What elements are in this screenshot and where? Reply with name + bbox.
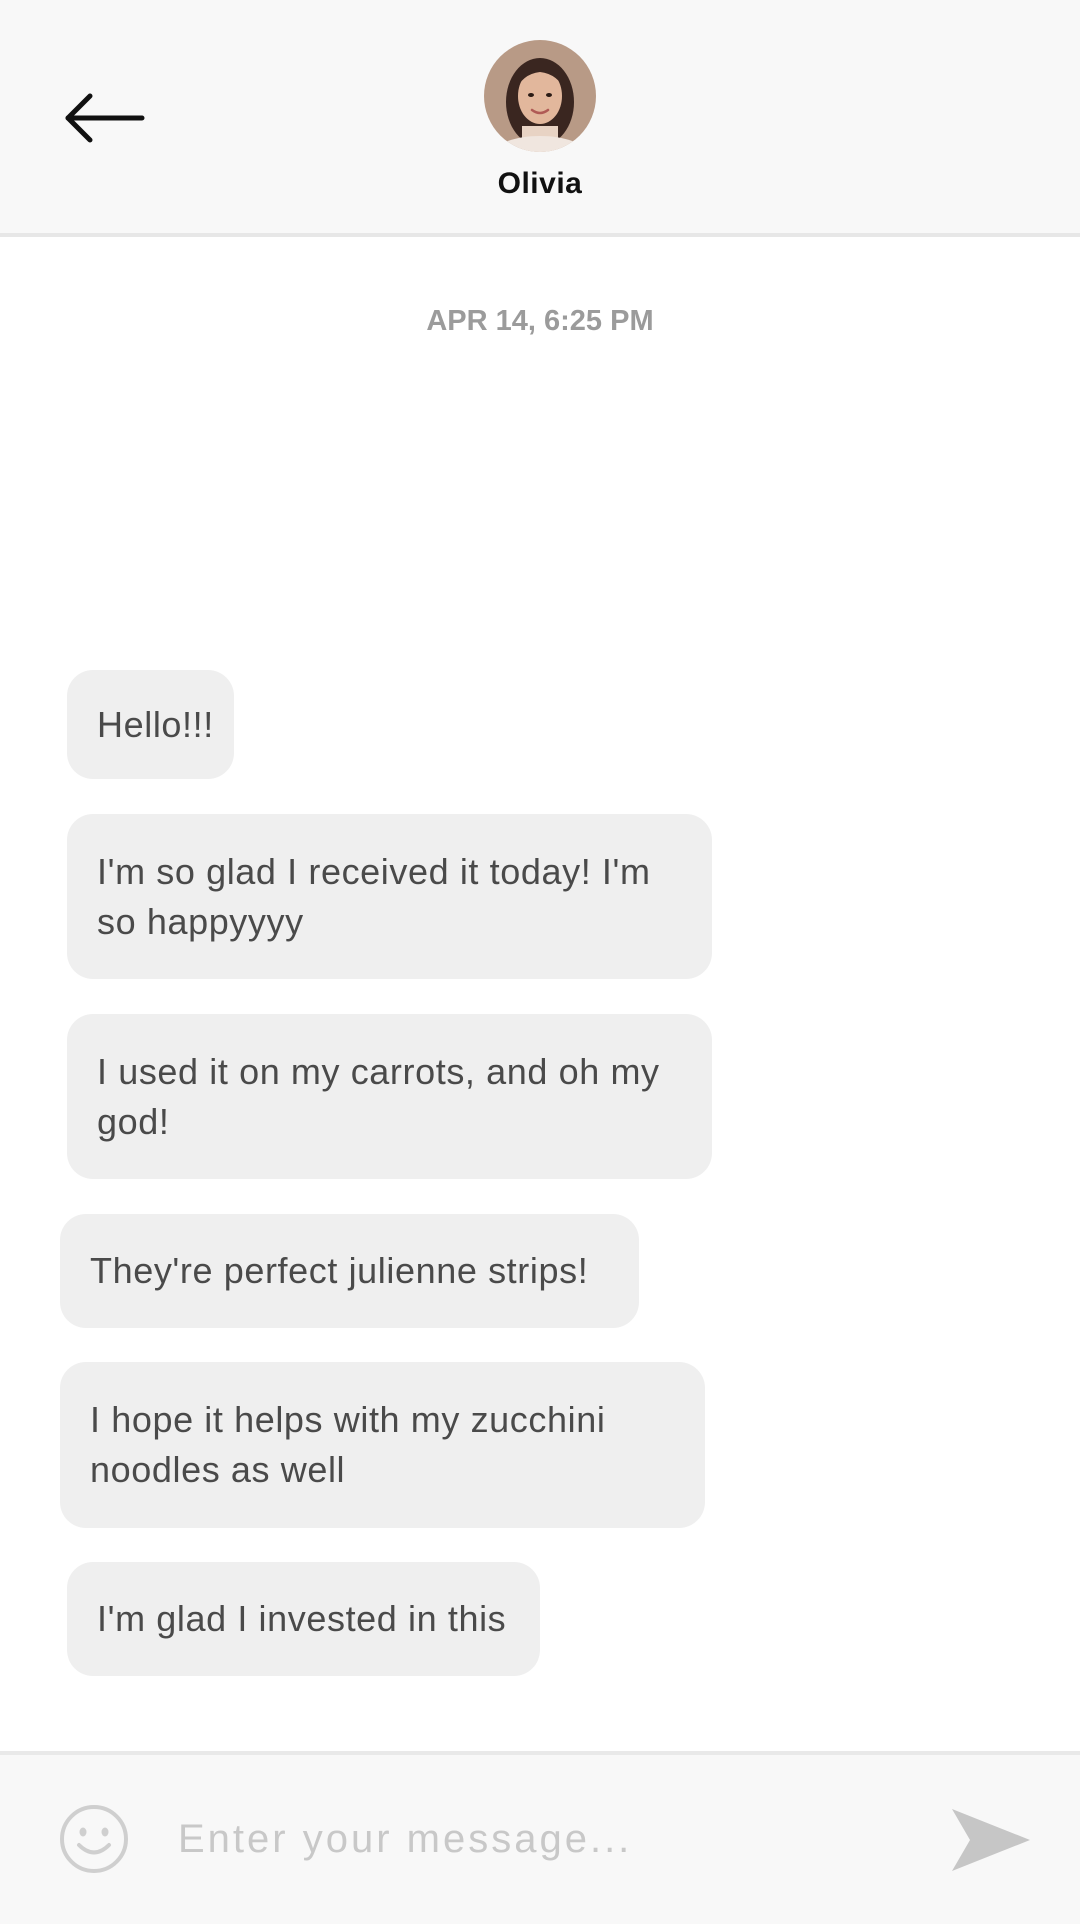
message-timestamp: APR 14, 6:25 PM	[426, 305, 654, 337]
message-bubble: They're perfect julienne strips!	[60, 1214, 639, 1328]
message-text: Hello!!!	[97, 703, 214, 745]
message-text: I used it on my carrots, and oh my god!	[97, 1050, 660, 1142]
send-arrow-icon[interactable]	[950, 1807, 1032, 1873]
message-input[interactable]	[178, 1801, 898, 1877]
message-text: I'm so glad I received it today! I'm so …	[97, 850, 651, 942]
message-text: They're perfect julienne strips!	[90, 1250, 589, 1291]
message-bubble: I used it on my carrots, and oh my god!	[67, 1014, 712, 1179]
smiley-face-icon[interactable]	[58, 1803, 130, 1875]
message-bubble: I'm so glad I received it today! I'm so …	[67, 814, 712, 979]
chat-header: Olivia	[0, 0, 1080, 237]
message-composer	[0, 1751, 1080, 1924]
contact-name: Olivia	[497, 167, 583, 200]
message-bubble: I hope it helps with my zucchini noodles…	[60, 1362, 705, 1528]
back-arrow-icon[interactable]	[60, 90, 150, 146]
message-bubble: Hello!!!	[67, 670, 234, 779]
avatar[interactable]	[484, 40, 596, 152]
message-text: I'm glad I invested in this	[97, 1598, 507, 1639]
message-bubble: I'm glad I invested in this	[67, 1562, 540, 1676]
message-text: I hope it helps with my zucchini noodles…	[90, 1399, 606, 1490]
